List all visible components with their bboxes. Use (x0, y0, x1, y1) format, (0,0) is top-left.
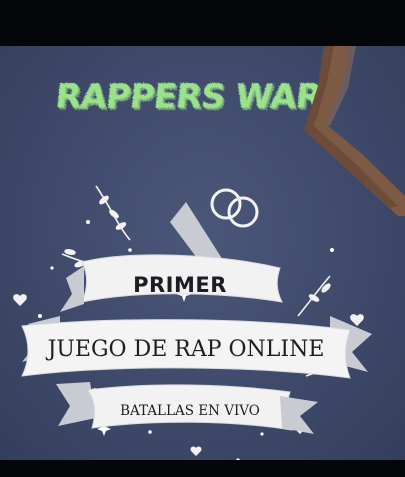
video-frame: RAPPERS WAR RAPPERS WAR PRIMER JUEGO DE … (0, 0, 405, 477)
banner-line-primer: PRIMER (133, 273, 227, 297)
banner-line-batallas: BATALLAS EN VIVO (120, 403, 260, 419)
promo-banner: PRIMER JUEGO DE RAP ONLINE BATALLAS EN V… (13, 185, 372, 460)
game-scene: RAPPERS WAR RAPPERS WAR PRIMER JUEGO DE … (0, 46, 405, 460)
banner-line-juego: JUEGO DE RAP ONLINE (46, 337, 325, 362)
wedding-rings-icon (210, 188, 259, 228)
game-title-text: RAPPERS WAR (53, 77, 323, 117)
